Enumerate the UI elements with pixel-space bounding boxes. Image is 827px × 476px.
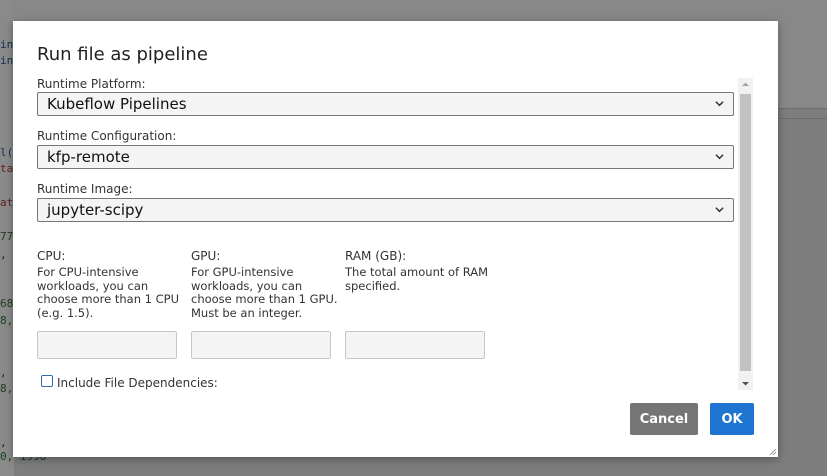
cancel-button[interactable]: Cancel <box>630 403 698 435</box>
gpu-description: For GPU-intensive workloads, you can cho… <box>191 265 338 320</box>
runtime-platform-label: Runtime Platform: <box>37 77 146 91</box>
triangle-up-icon[interactable] <box>738 78 753 91</box>
runtime-platform-select[interactable]: Kubeflow Pipelines <box>37 92 734 116</box>
ram-description: The total amount of RAM specified. <box>345 265 489 293</box>
chevron-down-icon <box>715 101 724 107</box>
cpu-label: CPU: <box>37 249 66 263</box>
include-dependencies-checkbox[interactable] <box>41 375 53 387</box>
ok-button[interactable]: OK <box>710 403 754 435</box>
gpu-input[interactable] <box>191 331 331 359</box>
resize-grip-icon[interactable] <box>768 447 777 456</box>
ram-label: RAM (GB): <box>345 249 407 263</box>
include-dependencies-label: Include File Dependencies: <box>57 376 218 390</box>
runtime-configuration-label: Runtime Configuration: <box>37 129 177 143</box>
chevron-down-icon <box>715 207 724 213</box>
dialog-title: Run file as pipeline <box>37 44 208 65</box>
ram-input[interactable] <box>345 331 485 359</box>
cpu-input[interactable] <box>37 331 177 359</box>
chevron-down-icon <box>715 154 724 160</box>
dialog-scrollbar[interactable] <box>738 78 753 390</box>
gpu-label: GPU: <box>191 249 221 263</box>
runtime-image-select[interactable]: jupyter-scipy <box>37 198 734 222</box>
runtime-image-label: Runtime Image: <box>37 182 133 196</box>
cpu-description: For CPU-intensive workloads, you can cho… <box>37 265 179 320</box>
triangle-down-icon[interactable] <box>738 377 753 390</box>
runtime-platform-value: Kubeflow Pipelines <box>47 95 187 113</box>
run-pipeline-dialog: Run file as pipeline Runtime Platform: K… <box>13 21 778 457</box>
runtime-configuration-value: kfp-remote <box>47 148 130 166</box>
runtime-image-value: jupyter-scipy <box>47 201 144 219</box>
runtime-configuration-select[interactable]: kfp-remote <box>37 145 734 169</box>
scrollbar-thumb[interactable] <box>740 94 751 371</box>
